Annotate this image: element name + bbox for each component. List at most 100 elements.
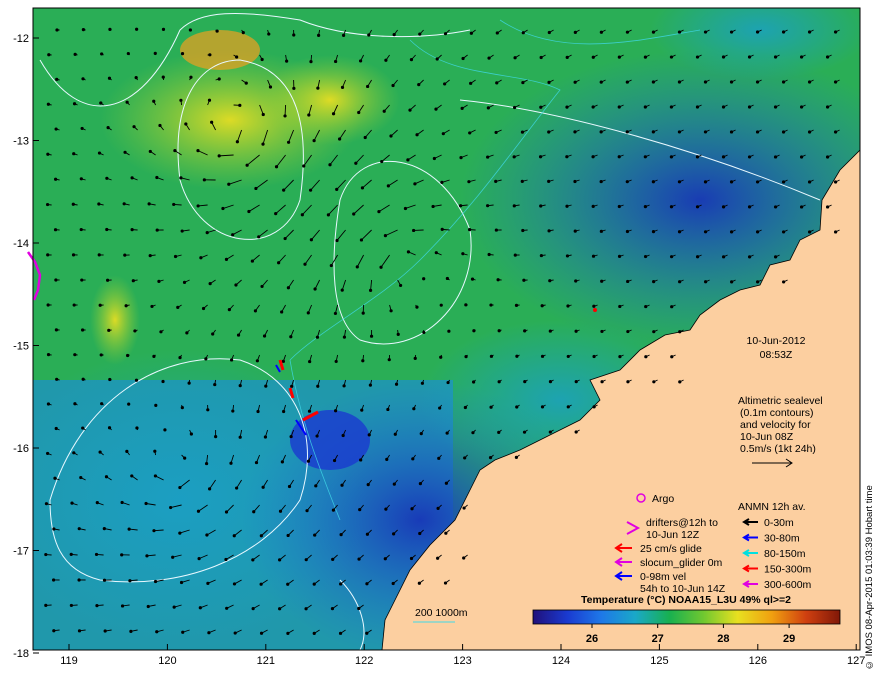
svg-text:(0.1m contours): (0.1m contours) (740, 407, 814, 419)
velocity-arrow-head (366, 533, 369, 536)
velocity-arrow-head (246, 164, 249, 167)
velocity-arrow-head (678, 130, 681, 133)
velocity-arrow-head (278, 607, 281, 610)
velocity-arrow-head (369, 384, 372, 387)
velocity-arrow-head (234, 283, 237, 286)
velocity-arrow-head (600, 31, 603, 34)
velocity-arrow-head (800, 55, 803, 58)
velocity-arrow-head (47, 53, 50, 56)
velocity-arrow-head (592, 405, 595, 408)
velocity-arrow-head (128, 528, 131, 531)
velocity-arrow-head (208, 487, 211, 490)
velocity-arrow-head (331, 558, 334, 561)
velocity-arrow-head (128, 579, 131, 582)
velocity-arrow-head (131, 176, 134, 179)
velocity-arrow-head (207, 631, 210, 634)
velocity-arrow-head (626, 330, 629, 333)
velocity-arrow-head (313, 583, 316, 586)
velocity-arrow-head (231, 409, 234, 412)
velocity-arrow-head (618, 205, 621, 208)
velocity-arrow-head (99, 450, 102, 453)
velocity-arrow-head (260, 583, 263, 586)
velocity-arrow-head (205, 462, 208, 465)
velocity-arrow-head (565, 106, 568, 109)
velocity-arrow-head (332, 509, 335, 512)
velocity-arrow-head (513, 106, 516, 109)
velocity-arrow-head (384, 508, 387, 511)
velocity-arrow-head (592, 105, 595, 108)
velocity-arrow-head (330, 264, 333, 267)
velocity-arrow-head (756, 80, 759, 83)
velocity-arrow-head (385, 458, 388, 461)
velocity-arrow-head (618, 255, 621, 258)
velocity-arrow-head (730, 280, 733, 283)
velocity-arrow-head (574, 279, 577, 282)
velocity-arrow-head (365, 582, 368, 585)
velocity-arrow-head (335, 360, 338, 363)
velocity-arrow-head (696, 55, 699, 58)
velocity-arrow-head (540, 56, 543, 59)
velocity-arrow-head (131, 228, 134, 231)
velocity-arrow-head (486, 204, 489, 207)
velocity-arrow-head (399, 284, 402, 287)
velocity-arrow-head (309, 60, 312, 63)
velocity-arrow-head (52, 629, 55, 632)
velocity-arrow-head (252, 510, 255, 513)
anmn-label: 150-300m (764, 564, 812, 576)
velocity-arrow-head (264, 385, 267, 388)
velocity-arrow-head (393, 33, 396, 36)
velocity-arrow-head (774, 255, 777, 258)
velocity-arrow-head (285, 60, 288, 63)
velocity-arrow-head (808, 30, 811, 33)
velocity-arrow-head (359, 458, 362, 461)
velocity-arrow-head (176, 306, 179, 309)
velocity-arrow-head (774, 105, 777, 108)
velocity-arrow-head (748, 105, 751, 108)
velocity-arrow-head (105, 228, 108, 231)
velocity-arrow-head (384, 234, 387, 237)
velocity-arrow-head (316, 336, 319, 339)
lat-tick-label: -18 (13, 648, 29, 660)
velocity-arrow-head (730, 30, 733, 33)
velocity-arrow-head (548, 279, 551, 282)
velocity-arrow-head (782, 180, 785, 183)
svg-text:200 1000m: 200 1000m (415, 607, 468, 619)
velocity-arrow-head (446, 431, 449, 434)
velocity-arrow-head (171, 556, 174, 559)
velocity-arrow-head (72, 152, 75, 155)
velocity-arrow-head (800, 105, 803, 108)
velocity-arrow-head (53, 477, 56, 480)
velocity-arrow-head (98, 151, 101, 154)
velocity-arrow-head (55, 378, 58, 381)
velocity-arrow-head (189, 28, 192, 31)
velocity-arrow-head (331, 607, 334, 610)
timestamp-date: 10-Jun-2012 (747, 335, 806, 347)
velocity-arrow-head (415, 133, 418, 136)
velocity-arrow-head (224, 558, 227, 561)
velocity-arrow-head (592, 205, 595, 208)
velocity-arrow-head (461, 57, 464, 60)
velocity-arrow-head (444, 532, 447, 535)
velocity-arrow-head (722, 155, 725, 158)
anmn-label: 300-600m (764, 579, 812, 591)
velocity-arrow-head (704, 230, 707, 233)
colorbar-tick-label: 26 (586, 633, 598, 645)
velocity-arrow-head (678, 180, 681, 183)
velocity-arrow-head (722, 255, 725, 258)
velocity-arrow-head (592, 355, 595, 358)
velocity-arrow-head (332, 112, 335, 115)
velocity-arrow-head (446, 381, 449, 384)
velocity-arrow-head (644, 205, 647, 208)
velocity-arrow-head (81, 426, 84, 429)
velocity-arrow-head (334, 312, 337, 315)
velocity-arrow-head (197, 204, 200, 207)
velocity-arrow-head (107, 126, 110, 129)
velocity-arrow-head (254, 309, 257, 312)
velocity-arrow-head (339, 582, 342, 585)
velocity-arrow-head (575, 380, 578, 383)
velocity-arrow-head (196, 149, 199, 152)
velocity-arrow-head (600, 180, 603, 183)
velocity-arrow-head (227, 183, 230, 186)
velocity-arrow-head (190, 432, 193, 435)
velocity-arrow-head (496, 31, 499, 34)
